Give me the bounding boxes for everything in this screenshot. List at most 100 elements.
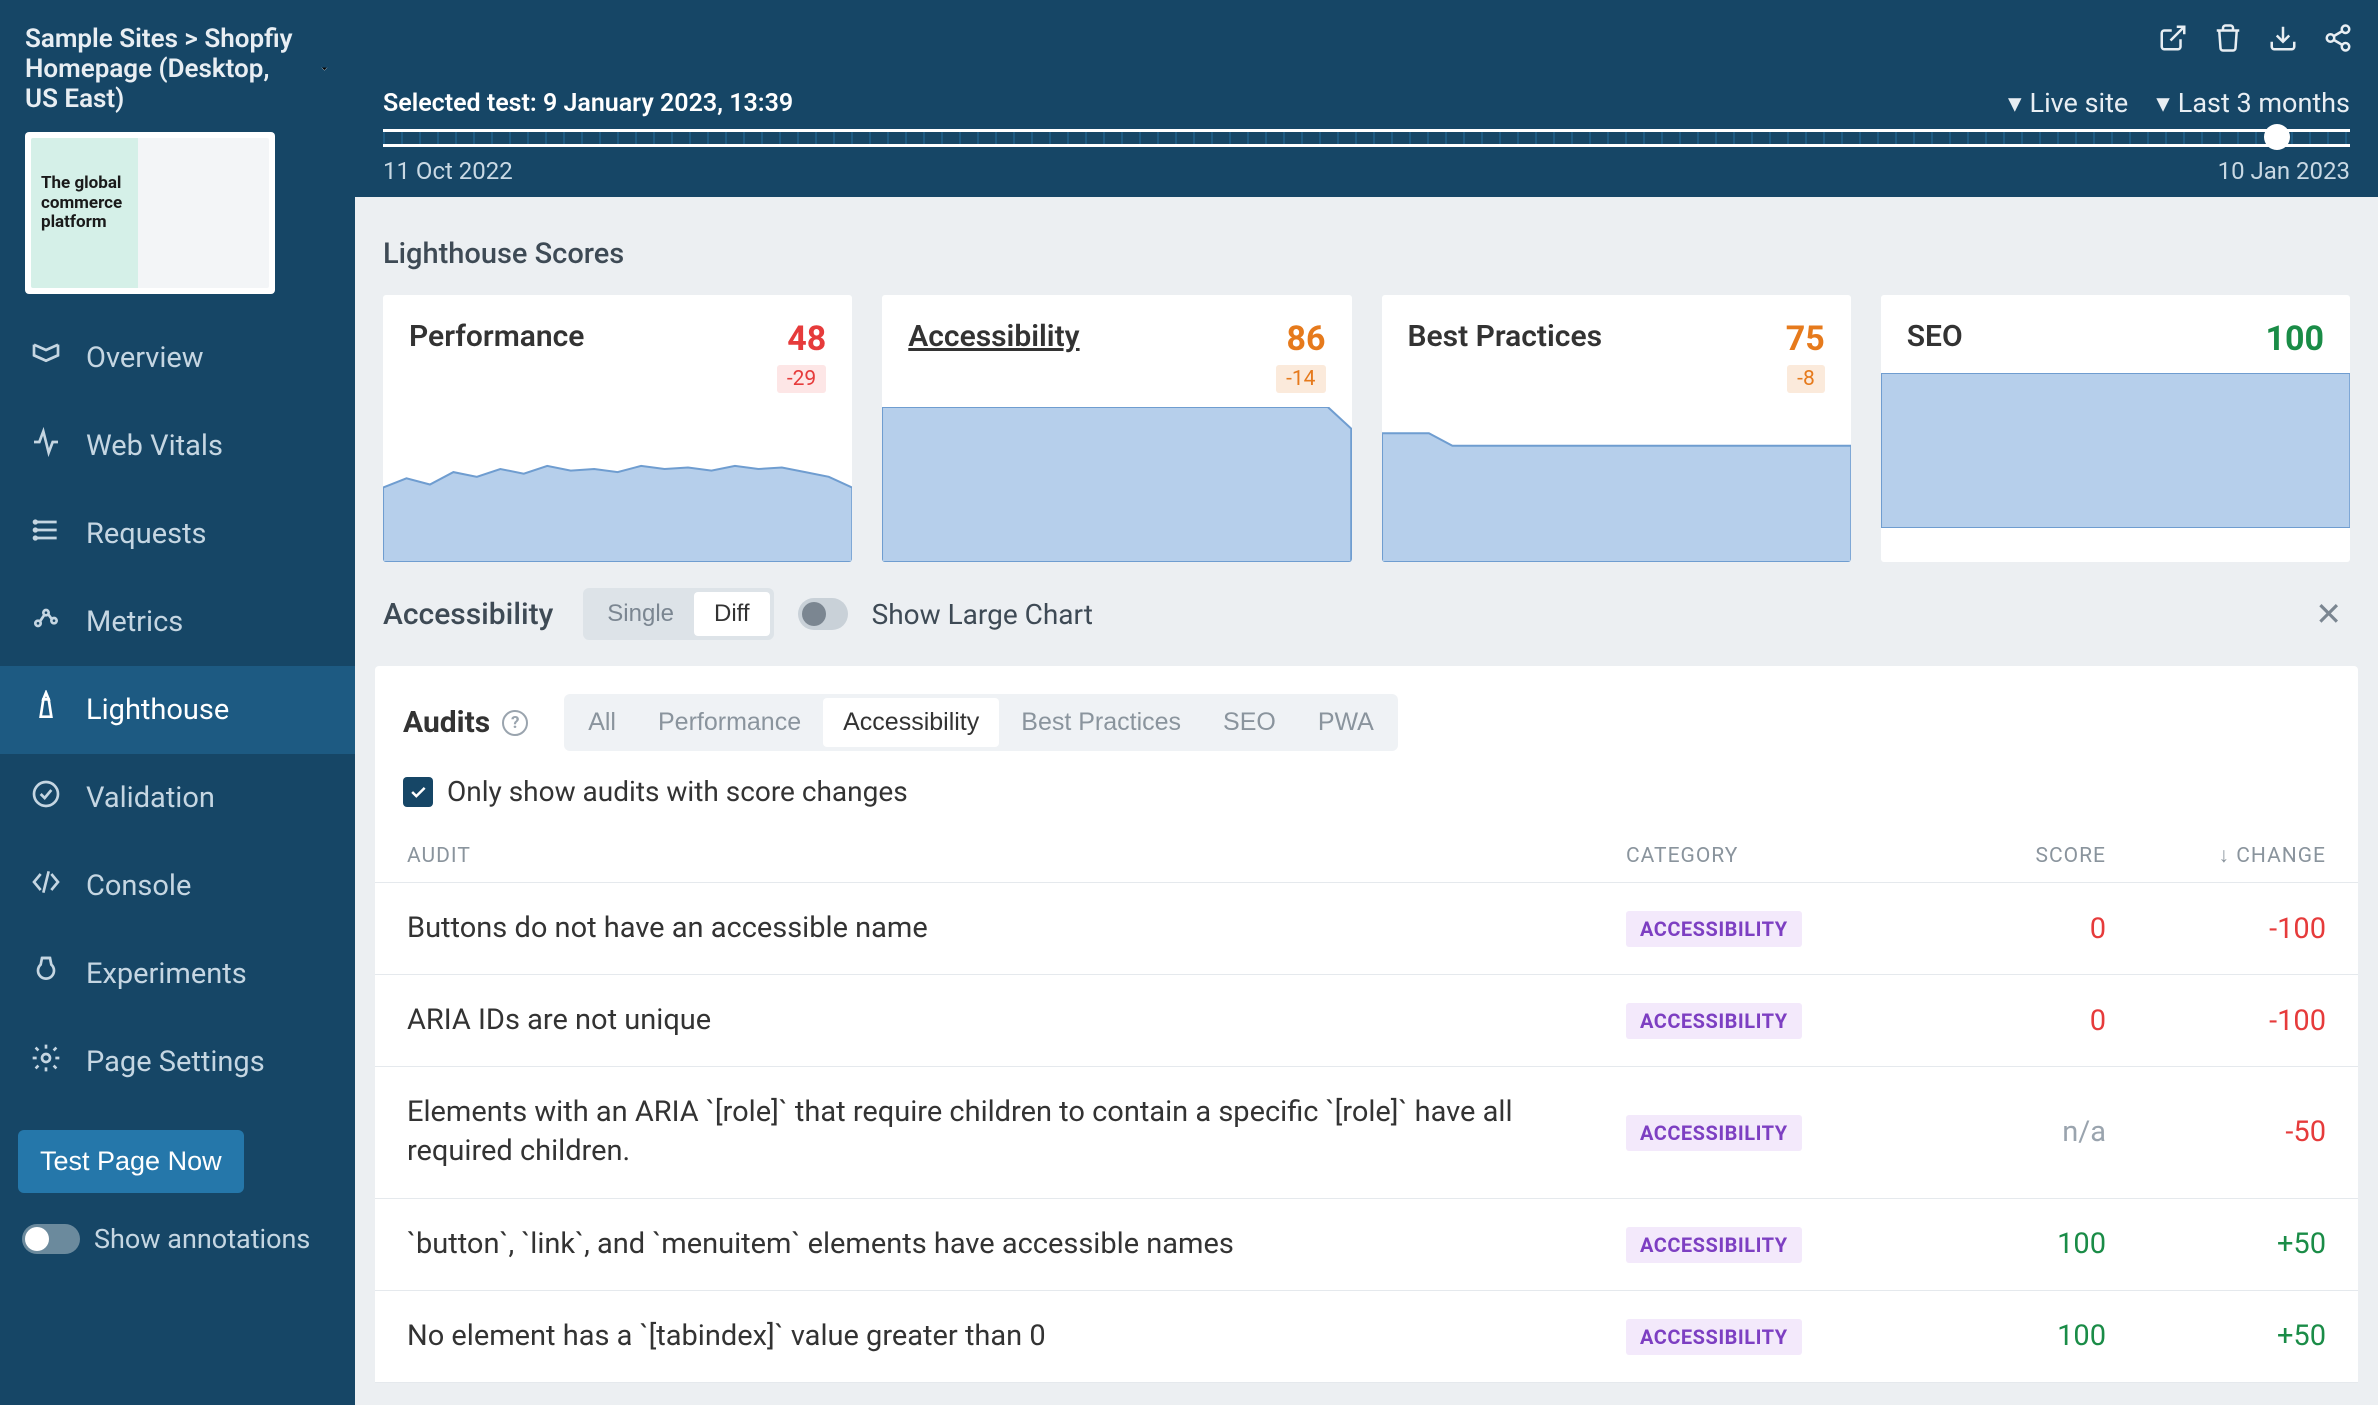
- audit-score: 100: [1906, 1227, 2106, 1261]
- score-delta: -29: [777, 365, 826, 393]
- sidebar-item-label: Page Settings: [86, 1045, 265, 1079]
- th-score[interactable]: SCORE: [1906, 844, 2106, 868]
- metrics-icon: [30, 602, 62, 642]
- audit-score: 0: [1906, 912, 2106, 946]
- sidebar-item-label: Overview: [86, 341, 204, 375]
- score-changes-label: Only show audits with score changes: [447, 775, 908, 808]
- sidebar-item-label: Experiments: [86, 957, 247, 991]
- audits-title: Audits ?: [403, 705, 528, 740]
- experiments-icon: [30, 954, 62, 994]
- audit-score: n/a: [1906, 1115, 2106, 1149]
- score-value: 75: [1786, 319, 1825, 359]
- download-icon[interactable]: [2268, 23, 2298, 53]
- score-label: Accessibility: [908, 319, 1079, 354]
- score-card-accessibility[interactable]: Accessibility86-14: [882, 295, 1351, 562]
- audit-category: ACCESSIBILITY: [1626, 910, 1906, 947]
- lighthouse-icon: [30, 690, 62, 730]
- external-link-icon[interactable]: [2158, 23, 2188, 53]
- date-range-dropdown[interactable]: ▾ Last 3 months: [2156, 87, 2350, 119]
- share-icon[interactable]: [2323, 23, 2353, 53]
- sidebar-item-overview[interactable]: Overview: [0, 314, 355, 402]
- sidebar-item-requests[interactable]: Requests: [0, 490, 355, 578]
- timeline: Selected test: 9 January 2023, 13:39 ▾ L…: [355, 75, 2378, 197]
- audit-tab-all[interactable]: All: [568, 698, 636, 747]
- page-preview[interactable]: The global commerce platform: [25, 132, 275, 294]
- th-change[interactable]: ↓ CHANGE: [2106, 844, 2326, 868]
- audit-row[interactable]: Elements with an ARIA `[role]` that requ…: [375, 1067, 2358, 1198]
- lighthouse-scores-title: Lighthouse Scores: [355, 217, 2378, 295]
- audit-change: +50: [2106, 1227, 2326, 1261]
- audit-score: 0: [1906, 1004, 2106, 1038]
- sidebar-item-metrics[interactable]: Metrics: [0, 578, 355, 666]
- selected-test-label: Selected test: 9 January 2023, 13:39: [383, 89, 793, 118]
- single-diff-segment[interactable]: Single Diff: [583, 588, 773, 640]
- live-site-dropdown[interactable]: ▾ Live site: [2008, 87, 2128, 119]
- segment-diff[interactable]: Diff: [694, 592, 770, 636]
- audit-change: +50: [2106, 1319, 2326, 1353]
- score-changes-checkbox[interactable]: [403, 777, 433, 807]
- sidebar-item-lighthouse[interactable]: Lighthouse: [0, 666, 355, 754]
- console-icon: [30, 866, 62, 906]
- audit-category: ACCESSIBILITY: [1626, 1002, 1906, 1039]
- score-sparkline: [1881, 373, 2350, 528]
- score-card-best-practices[interactable]: Best Practices 75 -8: [1382, 295, 1851, 562]
- sidebar-item-validation[interactable]: Validation: [0, 754, 355, 842]
- timeline-thumb[interactable]: [2264, 124, 2290, 150]
- audit-name: Buttons do not have an accessible name: [407, 909, 1626, 948]
- score-label: Best Practices: [1408, 319, 1603, 354]
- selected-metric-label: Accessibility: [383, 597, 553, 632]
- sidebar-item-web-vitals[interactable]: Web Vitals: [0, 402, 355, 490]
- sidebar-item-experiments[interactable]: Experiments: [0, 930, 355, 1018]
- audit-tab-performance[interactable]: Performance: [638, 698, 821, 747]
- score-delta: -14: [1276, 365, 1325, 393]
- web-vitals-icon: [30, 426, 62, 466]
- audit-tab-pwa[interactable]: PWA: [1298, 698, 1394, 747]
- audit-change: -100: [2106, 1004, 2326, 1038]
- score-sparkline: [882, 407, 1351, 562]
- audit-name: ARIA IDs are not unique: [407, 1001, 1626, 1040]
- overview-icon: [30, 338, 62, 378]
- audit-tab-seo[interactable]: SEO: [1203, 698, 1296, 747]
- breadcrumb-bar: Sample Sites > Shopfiy Homepage (Desktop…: [0, 0, 355, 114]
- audit-category: ACCESSIBILITY: [1626, 1318, 1906, 1355]
- timeline-slider[interactable]: [383, 129, 2350, 147]
- close-icon[interactable]: ✕: [2315, 595, 2350, 633]
- score-value: 100: [2265, 319, 2324, 359]
- test-page-now-button[interactable]: Test Page Now: [18, 1130, 244, 1193]
- audit-row[interactable]: ARIA IDs are not uniqueACCESSIBILITY0-10…: [375, 975, 2358, 1067]
- audit-score: 100: [1906, 1319, 2106, 1353]
- audit-tab-accessibility[interactable]: Accessibility: [823, 698, 999, 747]
- segment-single[interactable]: Single: [587, 592, 694, 636]
- audit-name: No element has a `[tabindex]` value grea…: [407, 1317, 1626, 1356]
- score-sparkline: [383, 407, 852, 562]
- th-category: CATEGORY: [1626, 844, 1906, 868]
- sidebar-item-page-settings[interactable]: Page Settings: [0, 1018, 355, 1106]
- show-annotations-toggle[interactable]: [22, 1224, 80, 1254]
- th-audit: AUDIT: [407, 844, 1626, 868]
- breadcrumb[interactable]: Sample Sites > Shopfiy Homepage (Desktop…: [25, 24, 330, 114]
- trash-icon[interactable]: [2213, 23, 2243, 53]
- audit-change: -50: [2106, 1115, 2326, 1149]
- score-card-performance[interactable]: Performance48-29: [383, 295, 852, 562]
- timeline-start-date: 11 Oct 2022: [383, 157, 513, 185]
- show-annotations-label: Show annotations: [94, 1223, 310, 1255]
- audit-row[interactable]: No element has a `[tabindex]` value grea…: [375, 1291, 2358, 1383]
- sidebar-item-label: Requests: [86, 517, 207, 551]
- page-settings-icon: [30, 1042, 62, 1082]
- large-chart-toggle[interactable]: [798, 598, 848, 630]
- sidebar-item-console[interactable]: Console: [0, 842, 355, 930]
- help-icon[interactable]: ?: [502, 710, 528, 736]
- requests-icon: [30, 514, 62, 554]
- score-delta: -8: [1787, 365, 1825, 393]
- audit-row[interactable]: Buttons do not have an accessible nameAC…: [375, 883, 2358, 975]
- chevron-down-icon: [319, 57, 330, 81]
- sidebar-item-label: Console: [86, 869, 191, 903]
- sidebar-item-label: Web Vitals: [86, 429, 223, 463]
- audit-row[interactable]: `button`, `link`, and `menuitem` element…: [375, 1199, 2358, 1291]
- sidebar-item-label: Lighthouse: [86, 693, 229, 727]
- audit-change: -100: [2106, 912, 2326, 946]
- audit-tab-best-practices[interactable]: Best Practices: [1001, 698, 1201, 747]
- sidebar-item-label: Metrics: [86, 605, 183, 639]
- sidebar-item-label: Validation: [86, 781, 215, 815]
- score-card-seo[interactable]: SEO100: [1881, 295, 2350, 562]
